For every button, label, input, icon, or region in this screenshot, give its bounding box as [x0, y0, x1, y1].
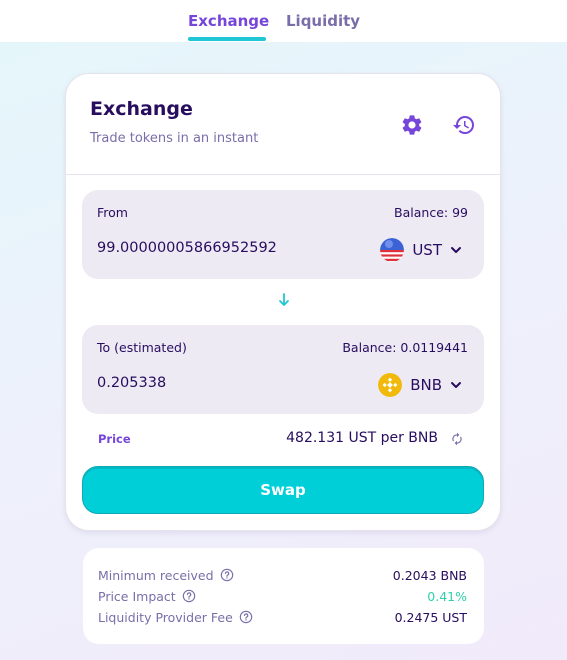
exchange-card: Exchange Trade tokens in an instant From…	[65, 73, 501, 531]
top-nav: Exchange Liquidity	[0, 0, 567, 42]
from-panel: From Balance: 99 UST	[82, 190, 484, 279]
from-token-select[interactable]: UST	[380, 237, 462, 263]
to-amount-input[interactable]	[97, 375, 337, 391]
help-icon[interactable]	[182, 589, 196, 603]
chevron-down-icon	[451, 247, 461, 253]
detail-name: Liquidity Provider Fee	[98, 610, 253, 625]
invert-price-button[interactable]	[447, 429, 467, 449]
detail-label: Minimum received	[98, 567, 214, 583]
detail-value: 0.41%	[427, 588, 467, 604]
detail-label: Price Impact	[98, 588, 176, 604]
swap-button[interactable]: Swap	[82, 466, 484, 514]
detail-value: 0.2043 BNB	[392, 567, 467, 583]
to-token-symbol: BNB	[410, 376, 442, 394]
from-label: From	[97, 205, 128, 220]
chevron-down-icon	[451, 382, 461, 388]
detail-value: 0.2475 UST	[394, 609, 467, 625]
to-balance: Balance: 0.0119441	[342, 340, 468, 355]
tab-liquidity[interactable]: Liquidity	[286, 12, 360, 42]
detail-price-impact: Price Impact 0.41%	[98, 586, 467, 606]
tab-exchange[interactable]: Exchange	[188, 12, 269, 42]
history-button[interactable]	[451, 112, 477, 138]
gear-icon	[402, 115, 422, 135]
from-amount-input[interactable]	[97, 240, 337, 256]
detail-name: Price Impact	[98, 589, 196, 604]
price-label: Price	[98, 432, 131, 446]
bnb-icon	[378, 373, 403, 397]
help-icon[interactable]	[220, 568, 234, 582]
ust-flag-icon	[380, 238, 405, 262]
from-balance: Balance: 99	[394, 205, 468, 220]
to-panel: To (estimated) Balance: 0.0119441 BNB	[82, 325, 484, 414]
card-subtitle: Trade tokens in an instant	[90, 131, 259, 146]
to-token-select[interactable]: BNB	[378, 372, 462, 398]
card-header: Exchange Trade tokens in an instant	[66, 74, 500, 175]
detail-label: Liquidity Provider Fee	[98, 609, 233, 625]
detail-lp-fee: Liquidity Provider Fee 0.2475 UST	[98, 607, 467, 627]
settings-button[interactable]	[399, 112, 425, 138]
price-value: 482.131 UST per BNB	[286, 430, 438, 446]
refresh-icon	[452, 432, 462, 446]
help-icon[interactable]	[239, 610, 253, 624]
arrow-down-icon[interactable]	[277, 292, 291, 308]
history-clock-icon	[453, 116, 474, 135]
from-token-symbol: UST	[412, 241, 442, 259]
detail-name: Minimum received	[98, 568, 234, 583]
to-label: To (estimated)	[97, 340, 187, 355]
trade-details: Minimum received 0.2043 BNB Price Impact…	[83, 548, 484, 644]
detail-minimum-received: Minimum received 0.2043 BNB	[98, 565, 467, 585]
card-title: Exchange	[90, 98, 193, 120]
